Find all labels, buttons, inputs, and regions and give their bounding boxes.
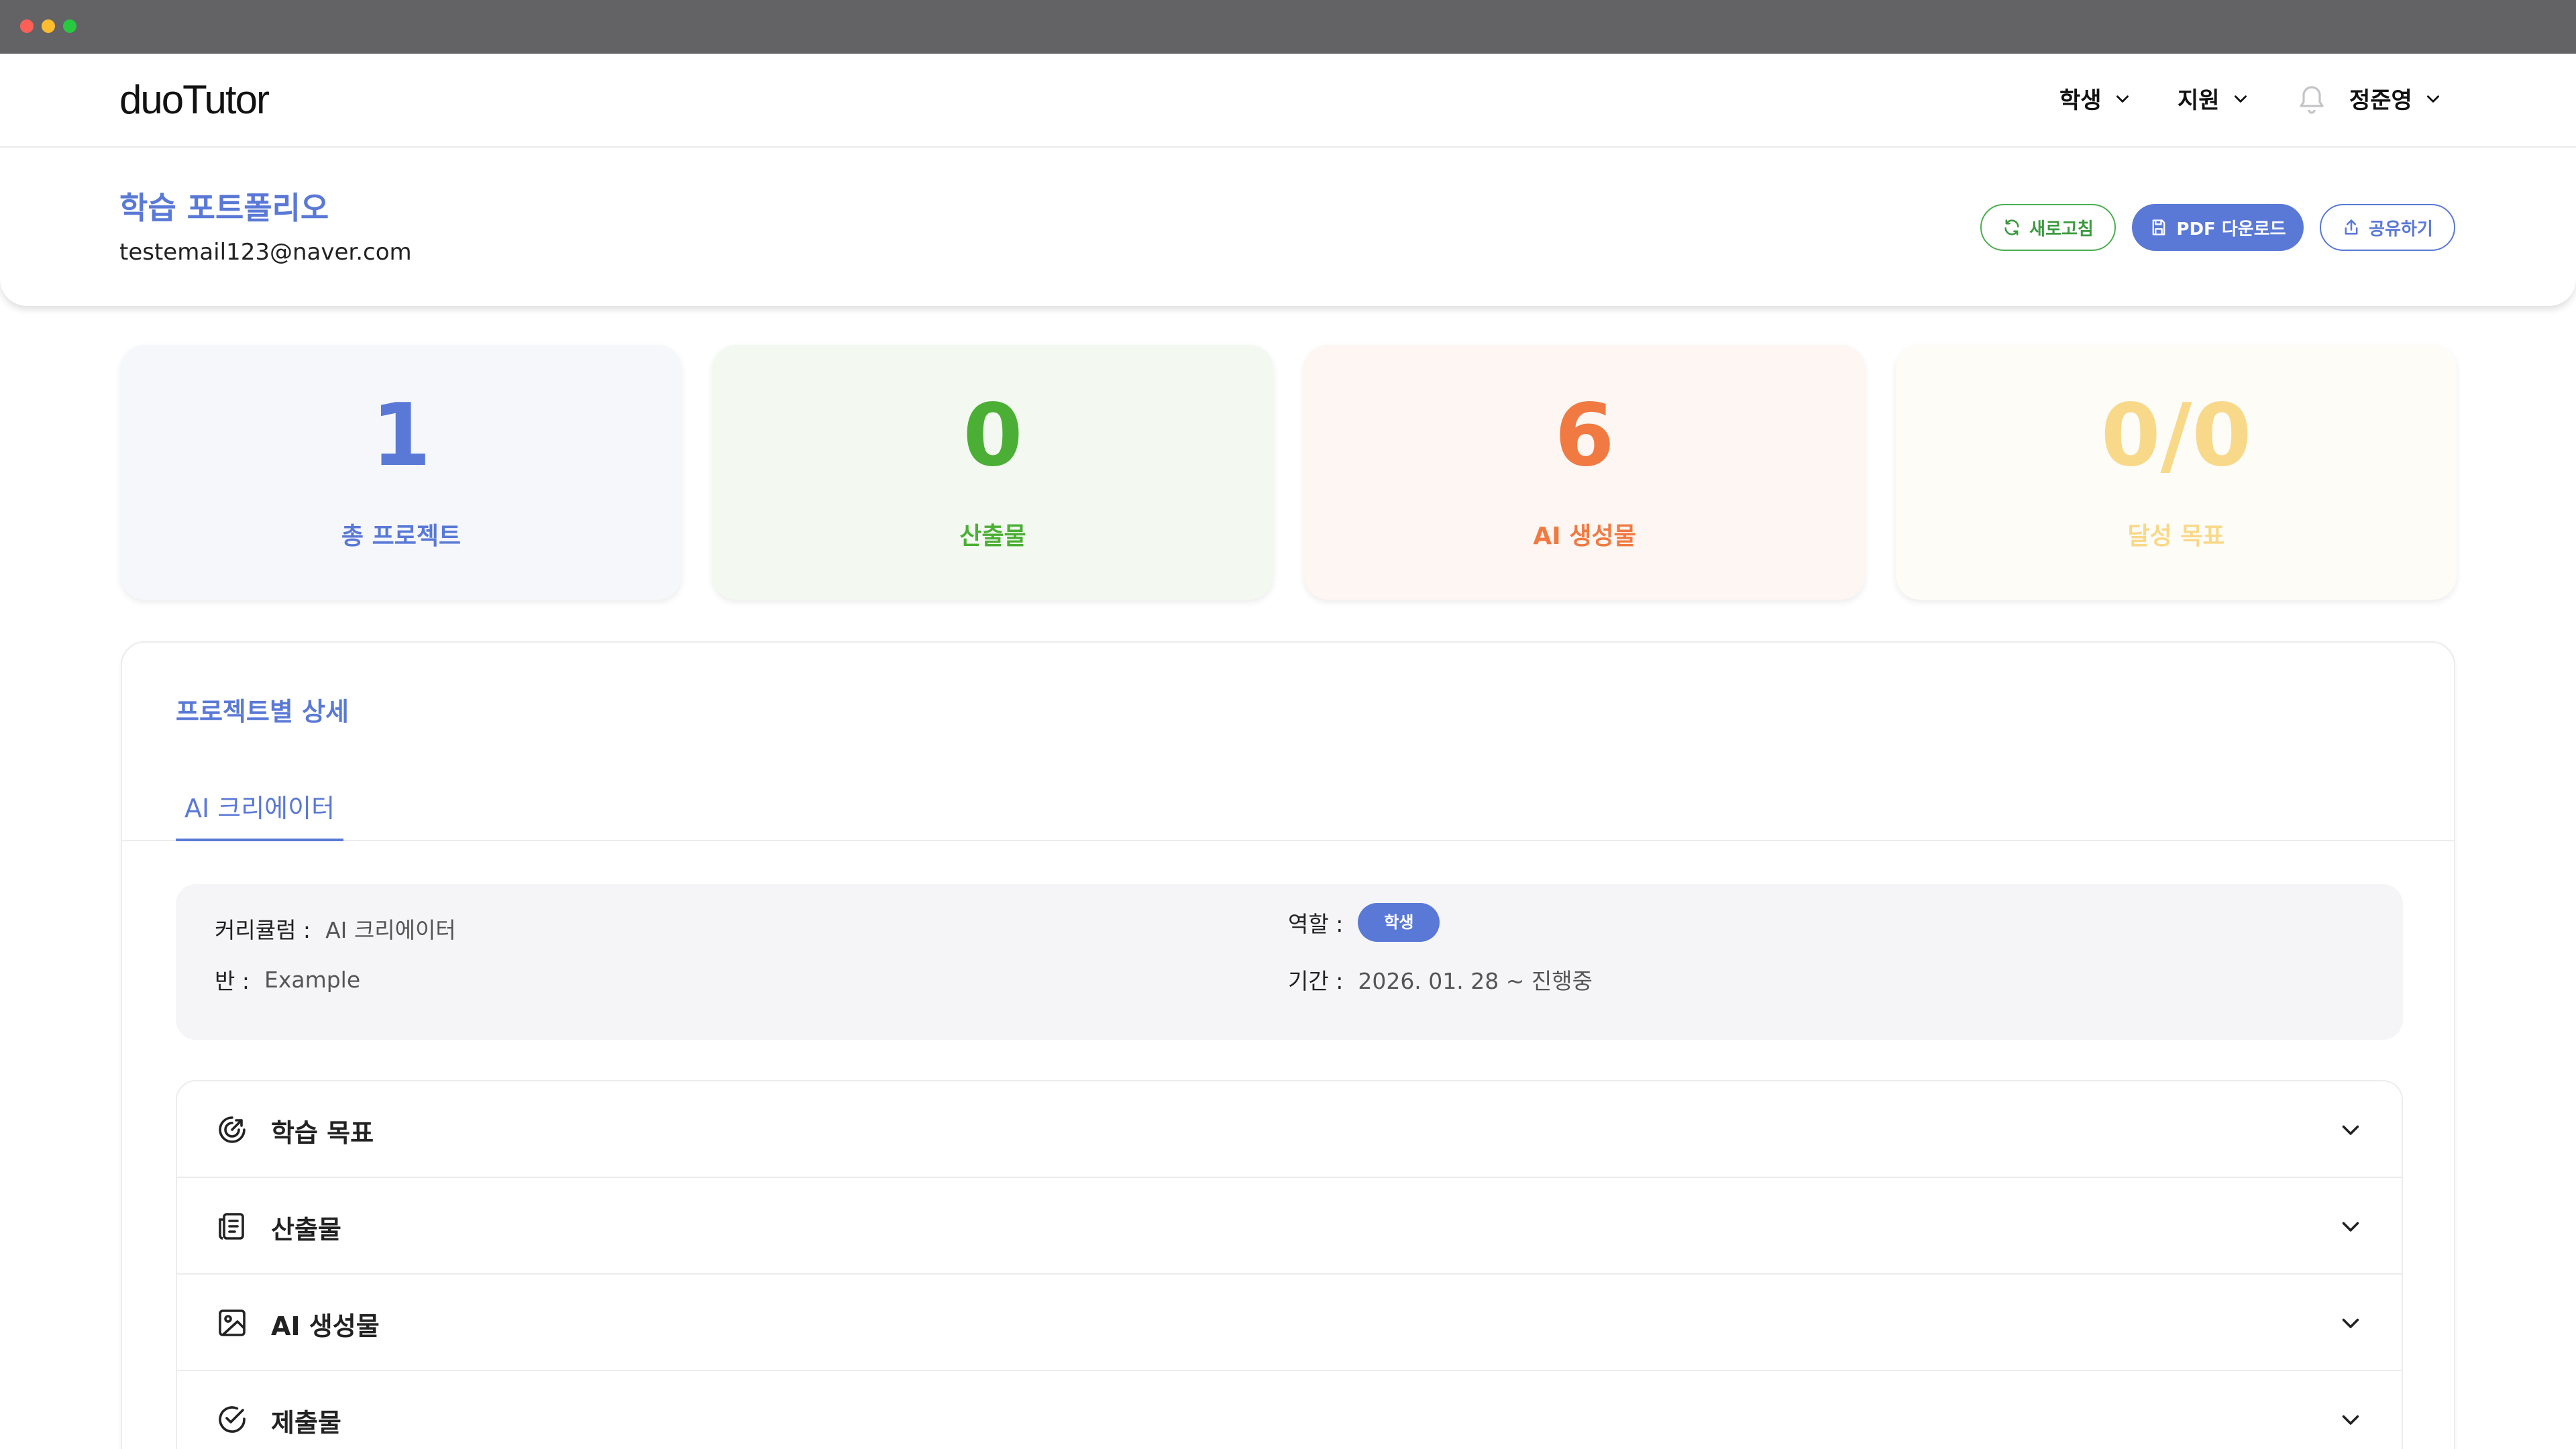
project-tabs: AI 크리에이터: [122, 775, 2454, 841]
target-icon: [219, 1116, 246, 1143]
info-value: AI 크리에이터: [325, 917, 456, 943]
nav-menu-student[interactable]: 학생: [2059, 82, 2131, 115]
close-window-button[interactable]: [20, 19, 34, 33]
chevron-down-icon: [2342, 1125, 2359, 1135]
stat-card-outputs: 0 산출물: [712, 345, 1273, 600]
minimize-window-button[interactable]: [42, 19, 55, 33]
save-icon: [2153, 219, 2165, 235]
page-title: 학습 포트폴리오: [119, 190, 329, 226]
pdf-download-button-label: PDF 다운로드: [2176, 219, 2286, 239]
top-navigation: duoTutor 학생 지원 정준영: [0, 54, 2576, 148]
portfolio-header: 학습 포트폴리오 testemail123@naver.com 새로고침 PDF…: [0, 148, 2576, 306]
share-button[interactable]: 공유하기: [2320, 204, 2455, 251]
maximize-window-button[interactable]: [63, 19, 76, 33]
stat-label: 달성 목표: [2127, 523, 2225, 550]
app-logo[interactable]: duoTutor: [119, 76, 270, 123]
document-icon: [219, 1213, 244, 1240]
info-key: 기간 :: [1288, 968, 1344, 994]
refresh-button-label: 새로고침: [2029, 219, 2094, 239]
stat-card-goals-achieved: 0/0 달성 목표: [1896, 345, 2457, 600]
pdf-download-button[interactable]: PDF 다운로드: [2132, 204, 2304, 251]
chevron-down-icon: [2234, 95, 2247, 103]
info-class: 반 : Example: [215, 963, 360, 996]
tab-ai-creator[interactable]: AI 크리에이터: [176, 775, 343, 841]
accordion-ai-generated[interactable]: AI 생성물: [177, 1275, 2402, 1371]
project-sections-accordion: 학습 목표 산출물 AI 생성물 제출물: [176, 1080, 2403, 1449]
project-info-box: 커리큘럼 : AI 크리에이터 반 : Example 역할 : 학생 기간 :…: [176, 884, 2403, 1040]
nav-menu-label: 지원: [2178, 87, 2220, 114]
refresh-button[interactable]: 새로고침: [1980, 204, 2116, 251]
notification-bell-icon[interactable]: [2296, 83, 2328, 118]
stat-value: 0/0: [2100, 386, 2252, 486]
nav-menu-support[interactable]: 지원: [2178, 82, 2249, 115]
accordion-label: 학습 목표: [271, 1118, 374, 1148]
stat-card-total-projects: 1 총 프로젝트: [121, 345, 682, 600]
share-button-label: 공유하기: [2369, 219, 2433, 239]
stat-label: AI 생성물: [1533, 523, 1636, 550]
stat-value: 0: [963, 386, 1023, 486]
accordion-submissions[interactable]: 제출물: [177, 1371, 2402, 1449]
user-menu[interactable]: 정준영: [2349, 82, 2442, 115]
chevron-down-icon: [2426, 95, 2439, 103]
info-curriculum: 커리큘럼 : AI 크리에이터: [215, 912, 456, 945]
accordion-label: 제출물: [271, 1408, 341, 1438]
window-titlebar: [0, 0, 2576, 54]
chevron-down-icon: [2342, 1318, 2359, 1328]
accordion-outputs[interactable]: 산출물: [177, 1178, 2402, 1275]
info-role: 역할 : 학생: [1288, 903, 1440, 942]
check-circle-icon: [219, 1406, 246, 1433]
stat-label: 총 프로젝트: [341, 523, 462, 550]
chevron-down-icon: [2116, 95, 2129, 103]
accordion-learning-goals[interactable]: 학습 목표: [177, 1081, 2402, 1178]
chevron-down-icon: [2342, 1415, 2359, 1425]
stat-value: 1: [371, 386, 431, 486]
info-value: 2026. 01. 28 ~ 진행중: [1358, 968, 1593, 994]
refresh-icon: [2004, 219, 2019, 235]
info-key: 역할 :: [1288, 911, 1344, 937]
user-name: 정준영: [2349, 87, 2412, 114]
stat-card-ai-generated: 6 AI 생성물: [1304, 345, 1865, 600]
stat-value: 6: [1554, 386, 1615, 486]
info-value: Example: [264, 966, 361, 993]
accordion-label: 산출물: [271, 1215, 341, 1244]
nav-menu-label: 학생: [2059, 87, 2102, 114]
info-key: 커리큘럼 :: [215, 917, 311, 943]
share-icon: [2345, 219, 2358, 235]
chevron-down-icon: [2342, 1222, 2359, 1232]
user-email: testemail123@naver.com: [119, 239, 412, 266]
image-icon: [219, 1309, 246, 1336]
role-badge: 학생: [1358, 903, 1440, 942]
panel-title: 프로젝트별 상세: [176, 697, 349, 727]
accordion-label: AI 생성물: [271, 1311, 380, 1341]
project-detail-panel: 프로젝트별 상세 AI 크리에이터 커리큘럼 : AI 크리에이터 반 : Ex…: [121, 641, 2455, 1449]
stat-label: 산출물: [959, 523, 1026, 550]
info-key: 반 :: [215, 968, 250, 994]
info-period: 기간 : 2026. 01. 28 ~ 진행중: [1288, 963, 1593, 996]
